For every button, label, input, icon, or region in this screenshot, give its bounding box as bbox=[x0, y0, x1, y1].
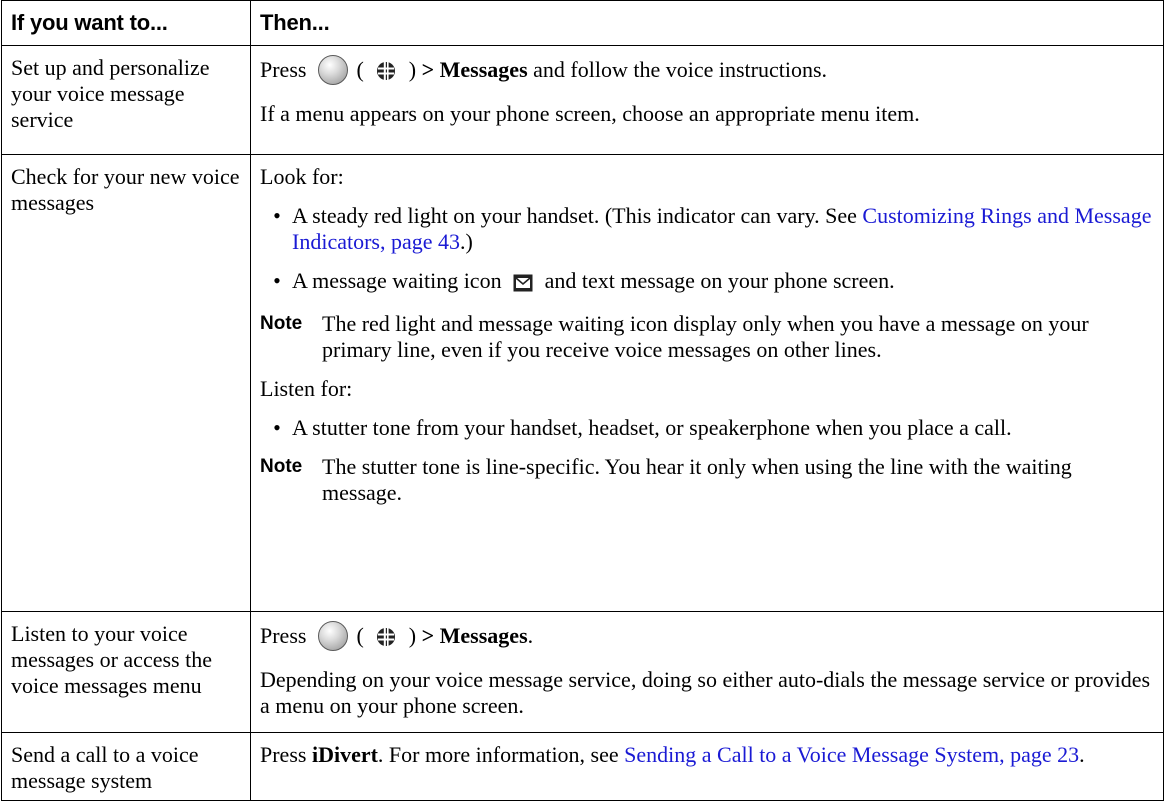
paren-open: ( bbox=[356, 623, 364, 648]
note-text: The red light and message waiting icon d… bbox=[322, 311, 1089, 362]
period: . bbox=[527, 623, 534, 648]
paren-close: ) bbox=[408, 623, 417, 648]
action-cell: Press iDivert. For more information, see… bbox=[250, 732, 1164, 801]
paragraph: Look for: bbox=[260, 164, 344, 189]
services-globe-icon bbox=[375, 60, 397, 88]
table-row: Set up and personalize your voice messag… bbox=[1, 45, 1164, 155]
note: Note The stutter tone is line-specific. … bbox=[260, 454, 1155, 506]
list-item: • A stutter tone from your handset, head… bbox=[260, 415, 1155, 441]
bullet-text: A steady red light on your handset. (Thi… bbox=[292, 203, 863, 228]
message-waiting-envelope-icon bbox=[513, 272, 533, 298]
note-text: The stutter tone is line-specific. You h… bbox=[322, 454, 1072, 505]
bullet-text: A stutter tone from your handset, headse… bbox=[292, 415, 1012, 440]
paragraph: Depending on your voice message service,… bbox=[260, 667, 1151, 718]
round-menu-button-icon bbox=[317, 55, 348, 85]
paragraph: Press ( ) > Messages and follow the voic… bbox=[260, 55, 1155, 88]
voice-message-table: If you want to... Then... Set up and per… bbox=[1, 0, 1164, 801]
action-cell: Press ( ) > Messages. Depending on your … bbox=[250, 611, 1164, 733]
table-row: Listen to your voice messages or access … bbox=[1, 611, 1164, 733]
messages-label: > Messages bbox=[421, 57, 528, 82]
table-header-row: If you want to... Then... bbox=[1, 0, 1164, 46]
header-action: Then... bbox=[250, 0, 1164, 46]
round-menu-button-icon bbox=[317, 621, 348, 651]
list-item: • A message waiting icon and text messag… bbox=[260, 268, 1155, 298]
messages-label: > Messages bbox=[421, 623, 528, 648]
bullet-text: A message waiting icon bbox=[292, 268, 502, 293]
document-page: If you want to... Then... Set up and per… bbox=[0, 0, 1164, 801]
paren-close: ) bbox=[408, 57, 417, 82]
press-text: Press bbox=[260, 742, 312, 767]
note: Note The red light and message waiting i… bbox=[260, 311, 1155, 363]
bullet-icon: • bbox=[273, 268, 281, 293]
paragraph: Listen for: bbox=[260, 376, 353, 401]
list-item: • A steady red light on your handset. (T… bbox=[260, 203, 1155, 255]
paragraph: If a menu appears on your phone screen, … bbox=[260, 101, 920, 126]
press-text: Press bbox=[260, 57, 307, 82]
instruction-text: . For more information, see bbox=[377, 742, 625, 767]
instruction-text: and follow the voice instructions. bbox=[527, 57, 828, 82]
paragraph: Press ( ) > Messages. bbox=[260, 621, 1155, 654]
idivert-label: iDivert bbox=[311, 742, 378, 767]
task-cell: Set up and personalize your voice messag… bbox=[1, 45, 251, 155]
note-label: Note bbox=[260, 313, 303, 334]
paragraph: Press iDivert. For more information, see… bbox=[260, 742, 1155, 768]
table-row: Send a call to a voice message system Pr… bbox=[1, 732, 1164, 801]
paren-open: ( bbox=[356, 57, 364, 82]
press-text: Press bbox=[260, 623, 307, 648]
task-cell: Send a call to a voice message system bbox=[1, 732, 251, 801]
services-globe-icon bbox=[375, 626, 397, 654]
task-cell: Check for your new voice messages bbox=[1, 154, 251, 612]
bullet-icon: • bbox=[273, 203, 281, 228]
bullet-icon: • bbox=[273, 415, 281, 440]
header-task: If you want to... bbox=[1, 0, 251, 46]
action-cell: Press ( ) > Messages and follow the voic… bbox=[250, 45, 1164, 155]
table-row: Check for your new voice messages Look f… bbox=[1, 154, 1164, 612]
note-label: Note bbox=[260, 456, 303, 477]
period: . bbox=[1079, 742, 1085, 767]
sending-call-link[interactable]: Sending a Call to a Voice Message System… bbox=[624, 742, 1079, 767]
action-cell: Look for: • A steady red light on your h… bbox=[250, 154, 1164, 612]
task-cell: Listen to your voice messages or access … bbox=[1, 611, 251, 733]
bullet-tail: .) bbox=[460, 229, 473, 254]
bullet-text: and text message on your phone screen. bbox=[544, 268, 895, 293]
